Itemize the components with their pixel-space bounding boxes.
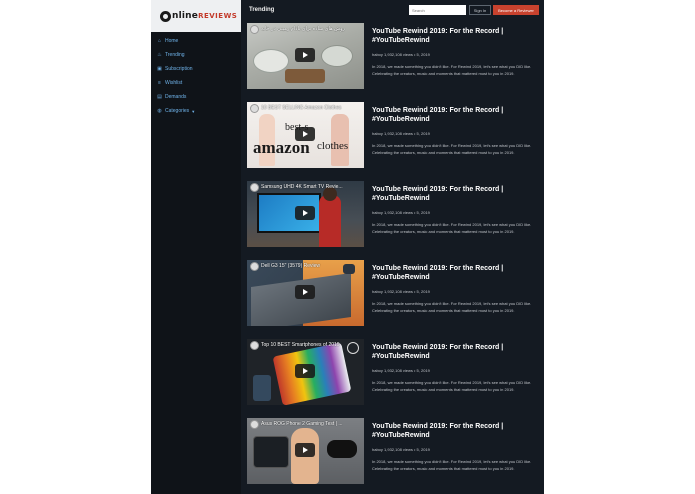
video-card[interactable]: Dell G3 15" (3579) Review YouTube Rewind…: [247, 260, 537, 330]
list-icon: ≡: [158, 79, 161, 86]
video-info: YouTube Rewind 2019: For the Record | #Y…: [372, 264, 537, 314]
sidebar-item-demands[interactable]: ▤ Demands: [151, 90, 241, 104]
channel-avatar: [250, 341, 259, 350]
thumbnail-title: Samsung UHD 4K Smart TV Revie...: [261, 184, 343, 190]
video-description: In 2018, we made something you didn't li…: [372, 222, 532, 234]
thumbnail-title: Dell G3 15" (3579) Review: [261, 263, 321, 269]
channel-avatar: [250, 183, 259, 192]
video-description: In 2018, we made something you didn't li…: [372, 380, 532, 392]
video-card[interactable]: روش های ساده برای بادام زمینی در خانه Yo…: [247, 23, 537, 93]
video-thumbnail[interactable]: Asus ROG Phone 2 Gaming Test | ...: [247, 418, 364, 484]
video-title[interactable]: YouTube Rewind 2019: For the Record | #Y…: [372, 264, 537, 282]
video-meta: haboy 1,932,108 views • 5, 2019: [372, 52, 430, 57]
thumbnail-title: Asus ROG Phone 2 Gaming Test | ...: [261, 421, 343, 427]
video-thumbnail[interactable]: روش های ساده برای بادام زمینی در خانه: [247, 23, 364, 89]
chart-icon: ▤: [157, 93, 162, 100]
channel-avatar: [250, 420, 259, 429]
sign-in-button[interactable]: Sign In: [469, 5, 491, 15]
video-info: YouTube Rewind 2019: For the Record | #Y…: [372, 422, 537, 472]
video-info: YouTube Rewind 2019: For the Record | #Y…: [372, 343, 537, 393]
subscription-icon: ▣: [157, 65, 162, 72]
thumbnail-text-clothes: clothes: [317, 140, 349, 152]
video-card[interactable]: Asus ROG Phone 2 Gaming Test | ... YouTu…: [247, 418, 537, 488]
video-info: YouTube Rewind 2019: For the Record | #Y…: [372, 185, 537, 235]
video-title[interactable]: YouTube Rewind 2019: For the Record | #Y…: [372, 422, 537, 440]
home-icon: ⌂: [157, 37, 162, 44]
video-thumbnail[interactable]: best-s amazon clothes 10 BEST SELLING Am…: [247, 102, 364, 168]
video-thumbnail[interactable]: Samsung UHD 4K Smart TV Revie...: [247, 181, 364, 247]
video-card[interactable]: Top 10 BEST Smartphones of 2019 YouTube …: [247, 339, 537, 409]
caret-down-icon: ▼: [191, 108, 196, 114]
video-title[interactable]: YouTube Rewind 2019: For the Record | #Y…: [372, 185, 537, 203]
thumbnail-title: روش های ساده برای بادام زمینی در خانه: [261, 26, 345, 32]
video-description: In 2018, we made something you didn't li…: [372, 459, 532, 471]
thumbnail-title: 10 BEST SELLING Amazon Clothes: [261, 105, 342, 111]
video-meta: haboy 1,932,108 views • 5, 2019: [372, 368, 430, 373]
video-info: YouTube Rewind 2019: For the Record | #Y…: [372, 106, 537, 156]
play-icon[interactable]: [295, 48, 315, 62]
video-description: In 2018, we made something you didn't li…: [372, 301, 532, 313]
search-input[interactable]: [409, 5, 466, 15]
video-meta: haboy 1,932,108 views • 5, 2019: [372, 447, 430, 452]
play-icon[interactable]: [295, 285, 315, 299]
video-title[interactable]: YouTube Rewind 2019: For the Record | #Y…: [372, 27, 537, 45]
fire-icon: ♨: [157, 51, 162, 58]
thumbnail-text-amazon: amazon: [253, 138, 310, 157]
video-card[interactable]: Samsung UHD 4K Smart TV Revie... YouTube…: [247, 181, 537, 251]
sidebar-item-trending[interactable]: ♨ Trending: [151, 48, 241, 62]
thumbnail-title: Top 10 BEST Smartphones of 2019: [261, 342, 340, 348]
video-meta: haboy 1,932,108 views • 5, 2019: [372, 131, 430, 136]
play-icon[interactable]: [295, 206, 315, 220]
page-title: Trending: [249, 7, 275, 13]
app-window: nlineREVIEWS ⌂ Home ♨ Trending ▣ Subscripti…: [151, 0, 544, 494]
video-title[interactable]: YouTube Rewind 2019: For the Record | #Y…: [372, 106, 537, 124]
sidebar-item-wishlist[interactable]: ≡ Wishlist: [151, 76, 241, 90]
video-meta: haboy 1,932,108 views • 5, 2019: [372, 210, 430, 215]
play-icon[interactable]: [295, 443, 315, 457]
play-icon[interactable]: [295, 364, 315, 378]
channel-avatar: [250, 262, 259, 271]
video-title[interactable]: YouTube Rewind 2019: For the Record | #Y…: [372, 343, 537, 361]
channel-avatar: [250, 104, 259, 113]
globe-icon: ◍: [157, 107, 162, 114]
channel-avatar: [250, 25, 259, 34]
video-description: In 2018, we made something you didn't li…: [372, 143, 532, 155]
sidebar: nlineREVIEWS ⌂ Home ♨ Trending ▣ Subscripti…: [151, 0, 241, 494]
video-info: YouTube Rewind 2019: For the Record | #Y…: [372, 27, 537, 77]
video-card[interactable]: best-s amazon clothes 10 BEST SELLING Am…: [247, 102, 537, 172]
sidebar-nav: ⌂ Home ♨ Trending ▣ Subscription ≡ Wishlist …: [151, 34, 241, 118]
logo-mark-icon: [160, 10, 171, 22]
header: Trending Sign In Become a Reviewer: [241, 0, 544, 21]
video-thumbnail[interactable]: Dell G3 15" (3579) Review: [247, 260, 364, 326]
video-thumbnail[interactable]: Top 10 BEST Smartphones of 2019: [247, 339, 364, 405]
sidebar-item-subscription[interactable]: ▣ Subscription: [151, 62, 241, 76]
logo-text: nlineREVIEWS: [172, 11, 238, 21]
sidebar-item-home[interactable]: ⌂ Home: [151, 34, 241, 48]
logo[interactable]: nlineREVIEWS: [151, 0, 241, 32]
become-reviewer-button[interactable]: Become a Reviewer: [493, 5, 539, 15]
video-meta: haboy 1,932,108 views • 5, 2019: [372, 289, 430, 294]
play-icon[interactable]: [295, 127, 315, 141]
video-description: In 2018, we made something you didn't li…: [372, 64, 532, 76]
sidebar-item-categories[interactable]: ◍ Categories ▼: [151, 104, 241, 118]
